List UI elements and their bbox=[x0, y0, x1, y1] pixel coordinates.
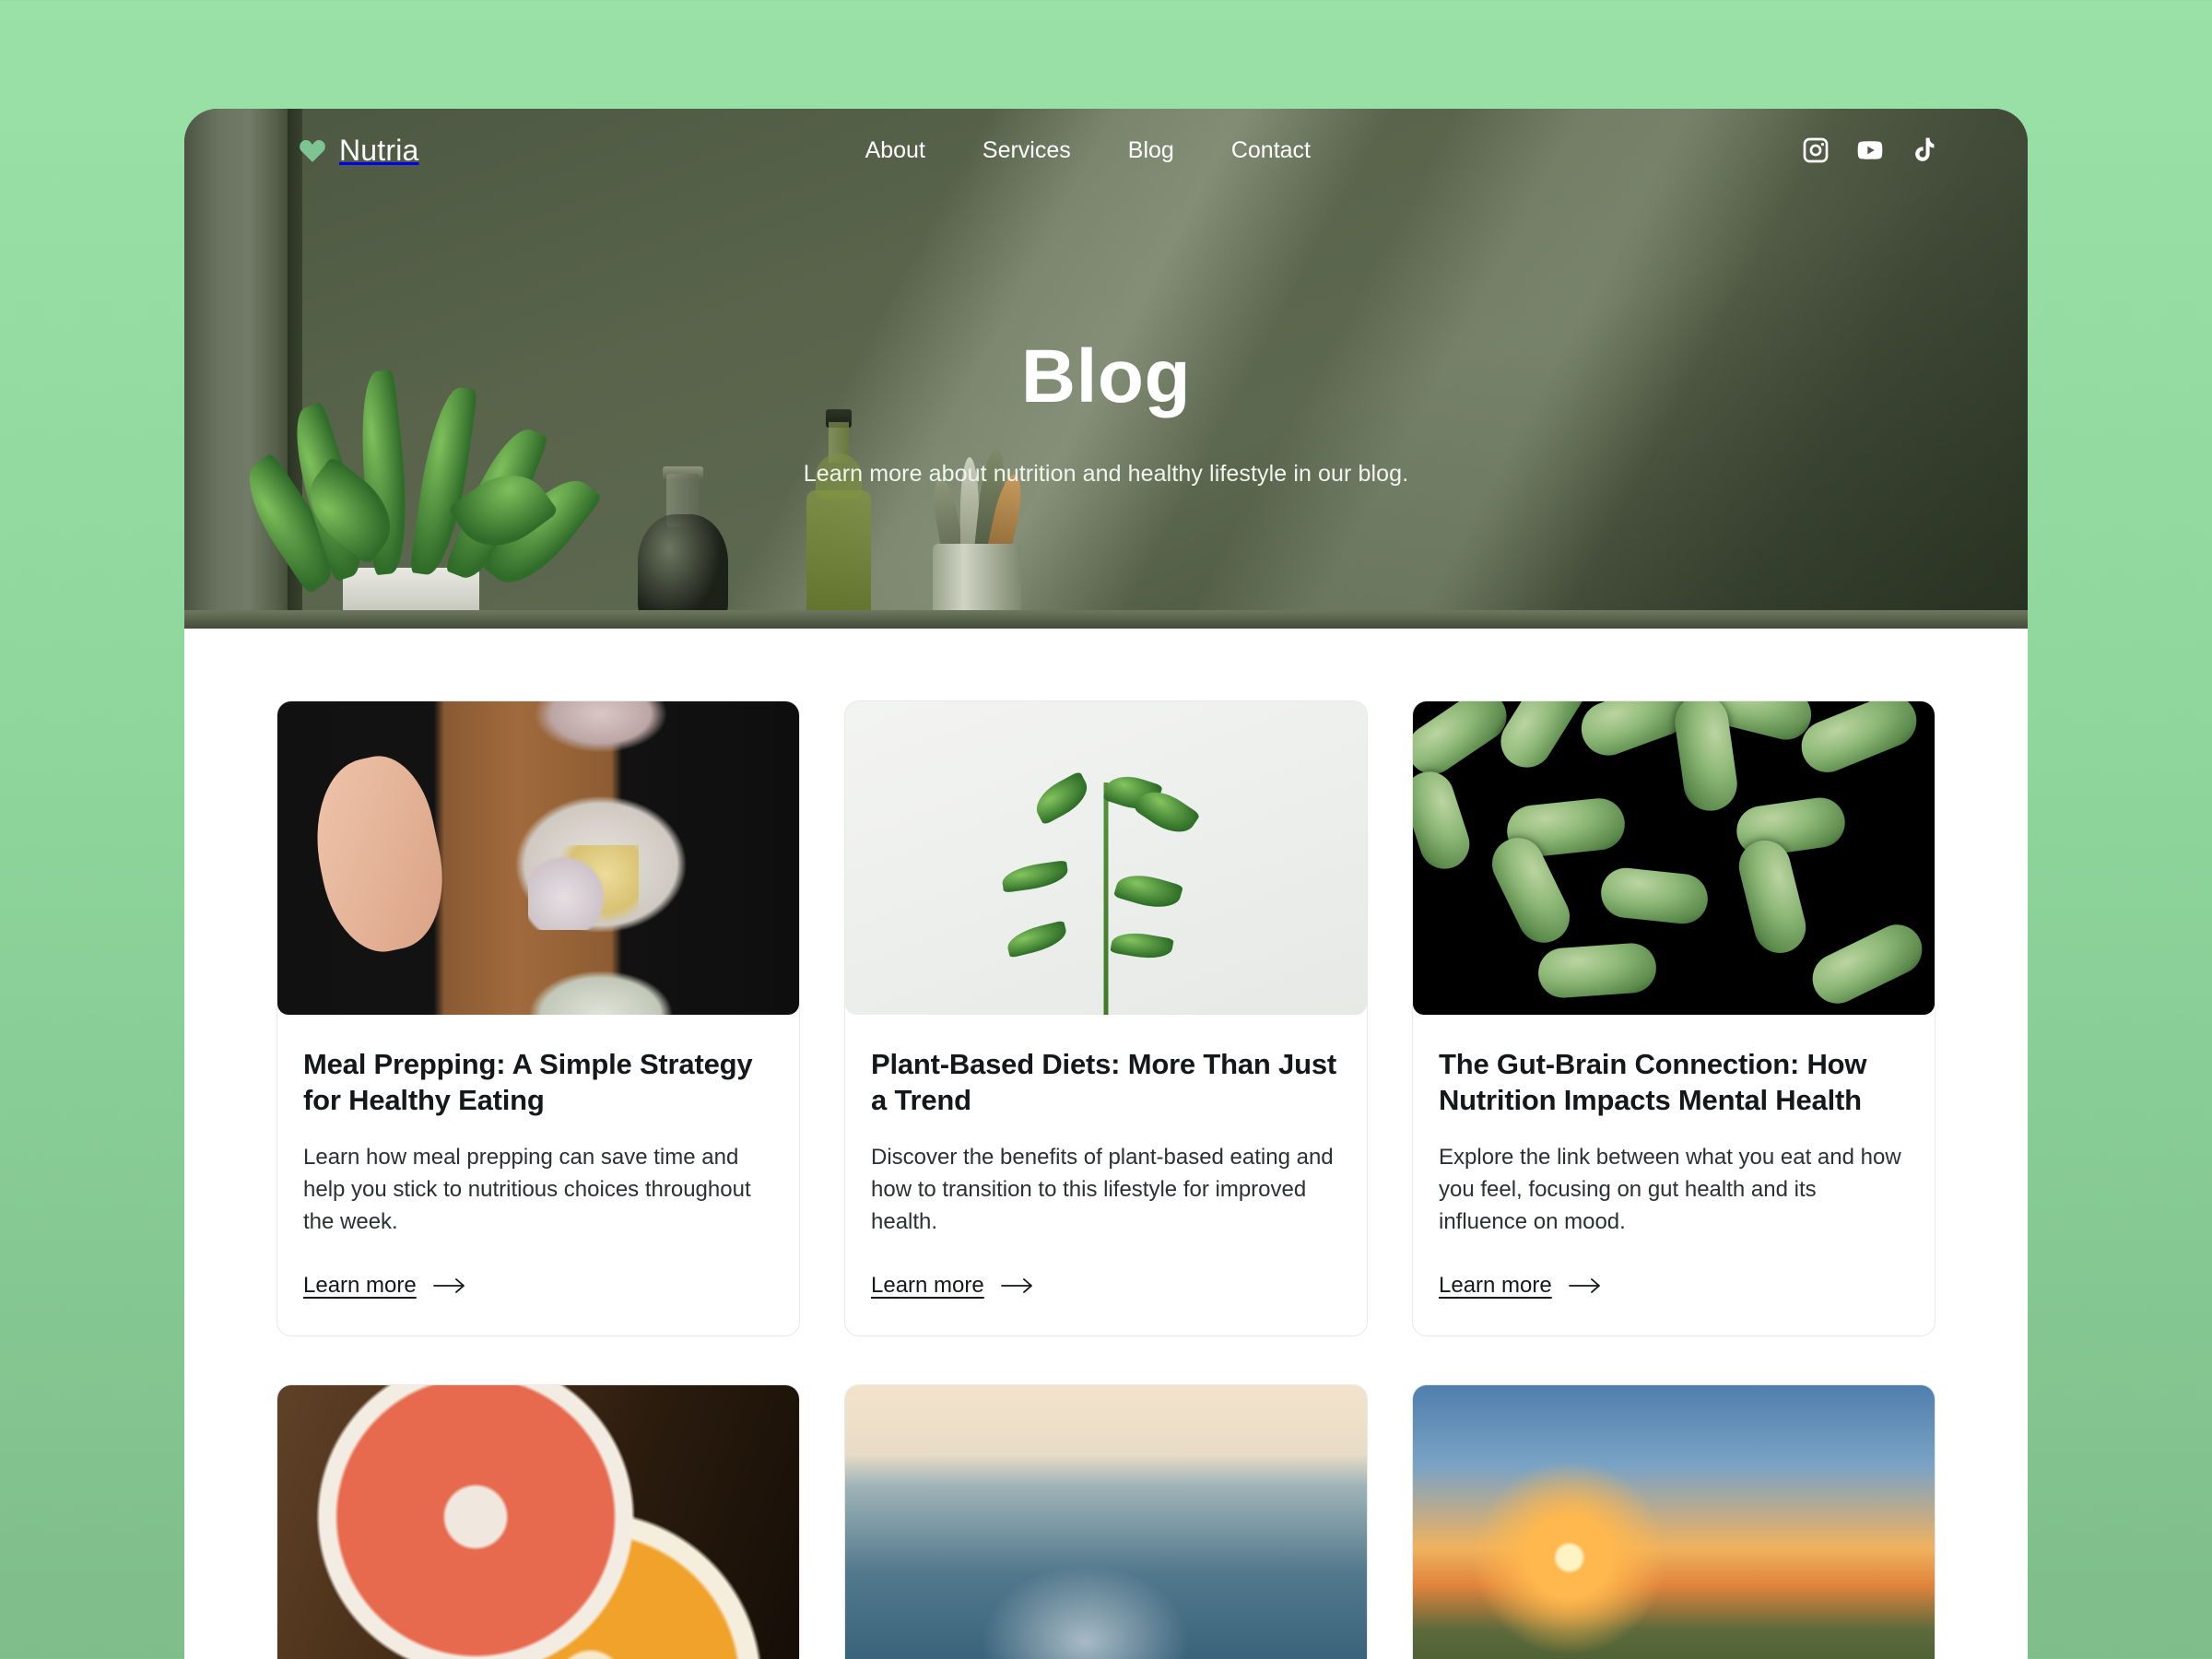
browser-page-frame: Nutria About Services Blog Contact Blog … bbox=[184, 109, 2028, 1659]
plant-leaf bbox=[1109, 928, 1174, 963]
learn-more-label: Learn more bbox=[871, 1273, 984, 1299]
blog-card[interactable]: Meal Prepping: A Simple Strategy for Hea… bbox=[276, 700, 800, 1337]
heart-icon bbox=[300, 140, 325, 162]
bacteria-rod bbox=[1734, 834, 1812, 959]
learn-more-link[interactable]: Learn more bbox=[871, 1273, 1034, 1299]
blog-card[interactable]: The Gut-Brain Connection: How Nutrition … bbox=[1412, 700, 1936, 1337]
arrow-right-icon bbox=[1568, 1278, 1600, 1294]
instagram-icon bbox=[1803, 137, 1829, 163]
blog-card-grid: Meal Prepping: A Simple Strategy for Hea… bbox=[276, 700, 1936, 1659]
plant-leaf bbox=[1113, 868, 1184, 915]
nav-link-services[interactable]: Services bbox=[982, 137, 1071, 164]
plant-stem bbox=[1103, 782, 1109, 1015]
bacteria-rod bbox=[1804, 916, 1931, 1013]
blog-card-body: Meal Prepping: A Simple Strategy for Hea… bbox=[277, 1015, 799, 1335]
page-subtitle: Learn more about nutrition and healthy l… bbox=[803, 461, 1409, 487]
hero-text: Blog Learn more about nutrition and heal… bbox=[184, 339, 2028, 488]
youtube-link[interactable] bbox=[1855, 135, 1885, 165]
brand-logo[interactable]: Nutria bbox=[299, 134, 419, 168]
brand-name: Nutria bbox=[339, 133, 419, 167]
blog-card-title: Meal Prepping: A Simple Strategy for Hea… bbox=[303, 1048, 753, 1117]
instagram-link[interactable] bbox=[1801, 135, 1830, 165]
blog-card-image-meal-prepping bbox=[277, 701, 799, 1015]
nav-links: About Services Blog Contact bbox=[865, 137, 1311, 164]
bacteria-rod bbox=[1491, 701, 1597, 778]
hero-counter-surface bbox=[184, 610, 2028, 629]
bacteria-rod bbox=[1413, 765, 1477, 876]
blog-card-image-sunset bbox=[1413, 1385, 1935, 1659]
blog-card-excerpt: Discover the benefits of plant-based eat… bbox=[871, 1145, 1334, 1234]
bacteria-rod bbox=[1598, 865, 1711, 926]
plant-leaf bbox=[1029, 771, 1095, 826]
blog-card-excerpt: Learn how meal prepping can save time an… bbox=[303, 1145, 751, 1234]
learn-more-link[interactable]: Learn more bbox=[303, 1273, 466, 1299]
blog-card-body: The Gut-Brain Connection: How Nutrition … bbox=[1413, 1015, 1935, 1335]
bacteria-rod bbox=[1536, 941, 1658, 1000]
nav-link-contact[interactable]: Contact bbox=[1231, 137, 1311, 164]
youtube-icon bbox=[1857, 141, 1883, 159]
main-navigation: Nutria About Services Blog Contact bbox=[184, 109, 2028, 192]
learn-more-label: Learn more bbox=[1439, 1273, 1552, 1299]
hero-section: Nutria About Services Blog Contact Blog … bbox=[184, 109, 2028, 629]
tiktok-icon bbox=[1915, 137, 1935, 161]
tiktok-link[interactable] bbox=[1910, 135, 1939, 165]
blog-card-excerpt: Explore the link between what you eat an… bbox=[1439, 1145, 1901, 1234]
learn-more-link[interactable]: Learn more bbox=[1439, 1273, 1602, 1299]
page-title: Blog bbox=[1020, 335, 1192, 418]
blog-card-body: Plant-Based Diets: More Than Just a Tren… bbox=[845, 1015, 1367, 1335]
arrow-right-icon bbox=[432, 1278, 465, 1294]
blog-card-title: Plant-Based Diets: More Than Just a Tren… bbox=[871, 1048, 1336, 1117]
blog-card[interactable]: Learn more bbox=[276, 1384, 800, 1659]
blog-card[interactable]: Plant-Based Diets: More Than Just a Tren… bbox=[844, 700, 1368, 1337]
social-links bbox=[1801, 135, 1939, 165]
blog-card[interactable]: Learn more bbox=[1412, 1384, 1936, 1659]
blog-card-image-plant-based bbox=[845, 701, 1367, 1015]
hero-bottle-body bbox=[806, 490, 871, 629]
blog-content: Meal Prepping: A Simple Strategy for Hea… bbox=[184, 629, 2028, 1659]
nav-link-about[interactable]: About bbox=[865, 137, 925, 164]
arrow-right-icon bbox=[1000, 1278, 1032, 1294]
learn-more-label: Learn more bbox=[303, 1273, 417, 1299]
plant-leaf bbox=[1000, 859, 1070, 893]
nav-link-blog[interactable]: Blog bbox=[1128, 137, 1174, 164]
blog-card-image-gut-brain bbox=[1413, 701, 1935, 1015]
bacteria-rod bbox=[1794, 701, 1924, 781]
plant-leaf bbox=[1005, 920, 1070, 959]
blog-card-title: The Gut-Brain Connection: How Nutrition … bbox=[1439, 1048, 1867, 1117]
blog-card-image-citrus bbox=[277, 1385, 799, 1659]
blog-card-image-water-splash bbox=[845, 1385, 1367, 1659]
blog-card[interactable]: Learn more bbox=[844, 1384, 1368, 1659]
